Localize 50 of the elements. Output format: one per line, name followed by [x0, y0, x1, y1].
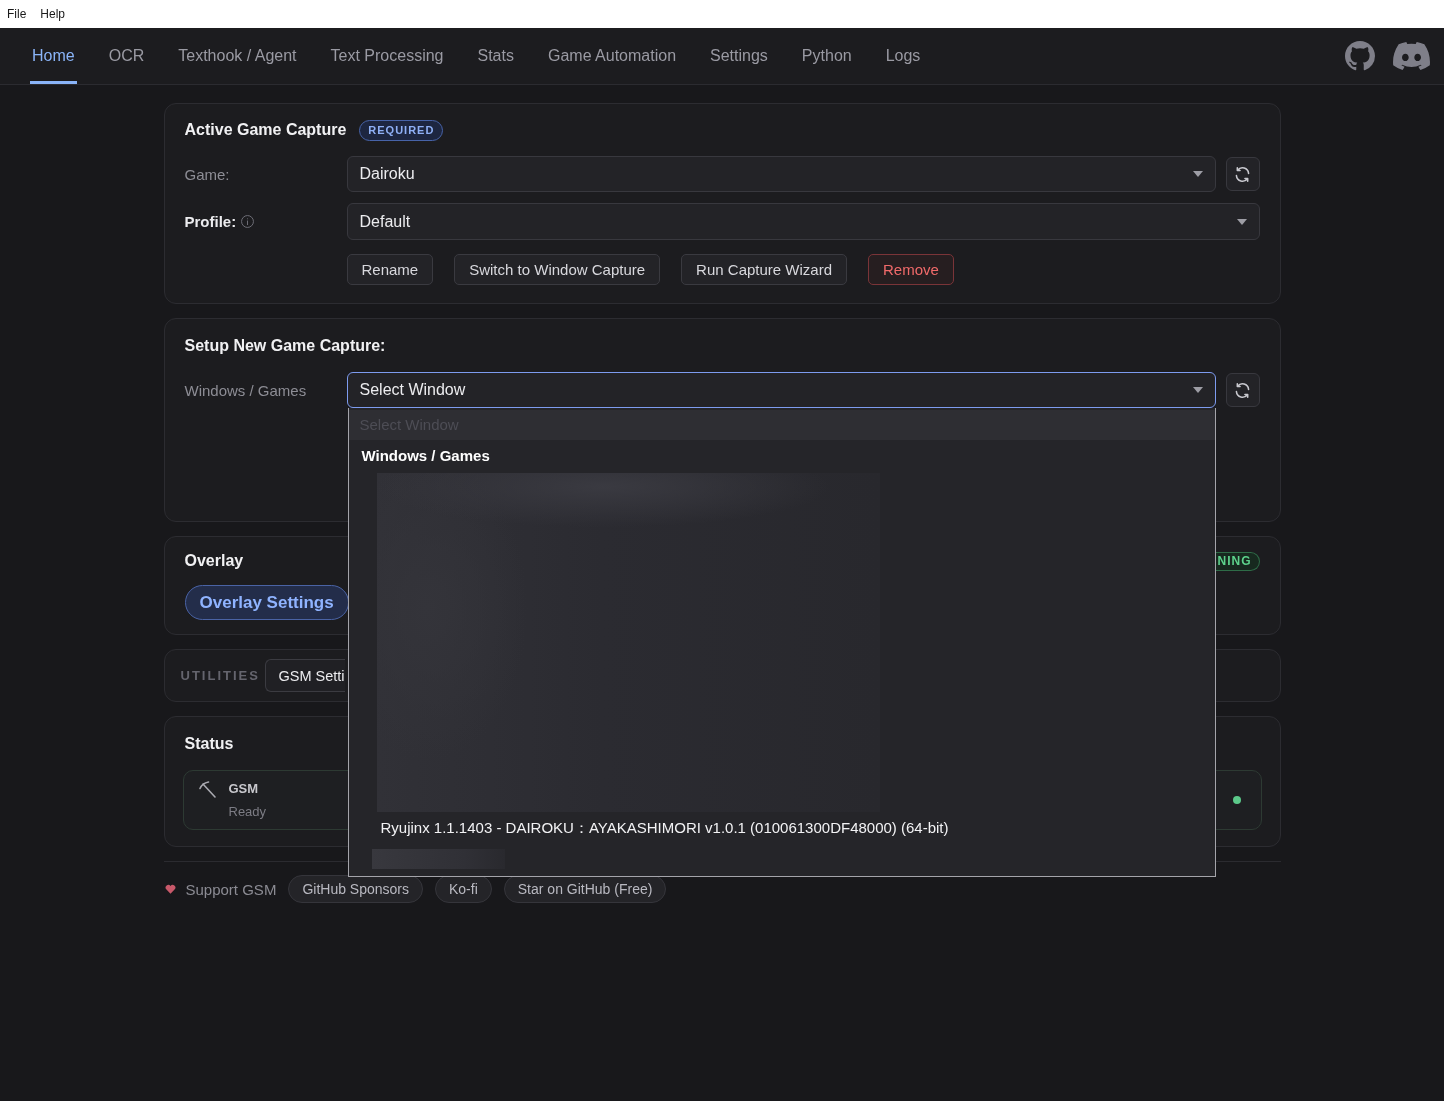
status-badge: NING [1215, 551, 1260, 571]
menu-item[interactable]: File [0, 4, 34, 24]
heart-icon [164, 884, 176, 894]
dropdown-option[interactable]: Ryujinx 1.1.1403 - DAIROKU：AYAKASHIMORI v1.0.1 (010061300DF48000) (64-bit) [348, 815, 1215, 841]
nav-tab[interactable]: Stats [475, 28, 516, 84]
nav-tab[interactable]: Settings [708, 28, 770, 84]
option-group-label: Windows / Games [360, 446, 491, 466]
settings-button[interactable]: GSM Setti [264, 659, 345, 692]
nav-tab[interactable]: Python [799, 28, 854, 84]
card-title: Overlay [184, 551, 244, 571]
caret-icon [1192, 171, 1203, 177]
nav-tab[interactable]: OCR [106, 28, 147, 84]
section-label: UTILITIES [180, 668, 261, 683]
field-label: Windows / Games [184, 381, 307, 399]
support-label: Support GSM [185, 880, 277, 898]
support-link[interactable]: GitHub Sponsors [288, 875, 423, 903]
wizard-button[interactable]: Run Capture Wizard [681, 254, 847, 285]
remove-button[interactable]: Remove [868, 254, 954, 285]
rename-button[interactable]: Rename [346, 254, 434, 285]
support-link[interactable]: Star on GitHub (Free) [503, 875, 667, 903]
switch-capture-button[interactable]: Switch to Window Capture [454, 254, 661, 285]
card-title: Setup New Game Capture: [184, 336, 386, 356]
github-logo-icon[interactable] [1345, 41, 1375, 71]
menu-item[interactable]: Help [33, 4, 73, 24]
refresh-icon [1235, 166, 1250, 182]
profile-select[interactable]: Default [346, 203, 1260, 240]
card-title: Status [184, 734, 234, 754]
nav-tab[interactable]: Home [30, 28, 77, 84]
caret-icon [1192, 387, 1203, 393]
support-link[interactable]: Ko-fi [435, 875, 492, 903]
caret-icon [1236, 218, 1247, 225]
card-title: Active Game Capture [184, 120, 347, 140]
overlay-settings-button[interactable]: Overlay Settings [184, 585, 349, 620]
field-label: Profile: [184, 213, 237, 230]
window-select[interactable]: Select Window [346, 372, 1216, 408]
nav-tab[interactable]: Texthook / Agent [176, 28, 299, 84]
refresh-button[interactable] [1225, 373, 1260, 407]
service-name: GSM [228, 780, 260, 798]
required-badge: REQUIRED [359, 119, 444, 141]
refresh-button[interactable] [1225, 157, 1260, 191]
refresh-icon [1235, 382, 1250, 398]
nav-tab[interactable]: Logs [883, 28, 923, 84]
field-label: Game: [184, 165, 230, 183]
pickaxe-icon [198, 781, 216, 798]
game-select[interactable]: Dairoku [346, 156, 1216, 192]
nav-tab[interactable]: Text Processing [328, 28, 446, 84]
service-state: Ready [228, 803, 267, 821]
discord-logo-icon[interactable] [1393, 42, 1430, 70]
info-icon [241, 215, 255, 228]
nav-tab[interactable]: Game Automation [545, 28, 679, 84]
